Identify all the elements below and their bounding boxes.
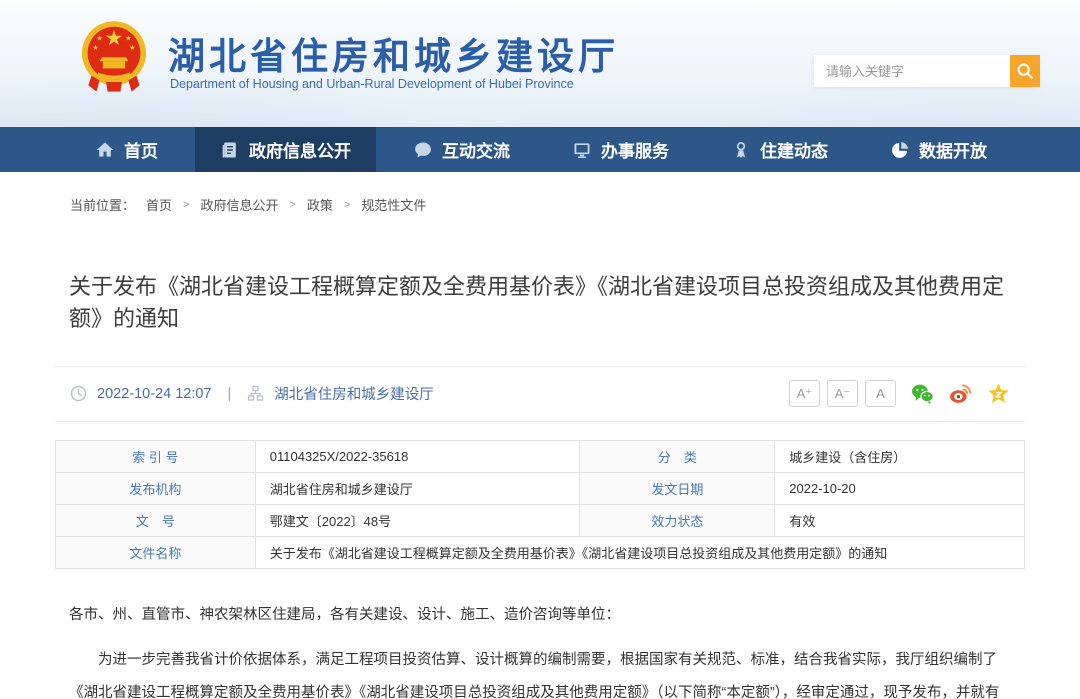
breadcrumb: 当前位置： 首页 > 政府信息公开 > 政策 > 规范性文件 xyxy=(70,195,1080,214)
info-label-issuing-agency: 发布机构 xyxy=(56,472,256,504)
nav-item-interaction[interactable]: 互动交流 xyxy=(388,127,535,172)
pie-chart-icon xyxy=(890,140,910,160)
search-button[interactable] xyxy=(1010,55,1040,87)
nav-label: 数据开放 xyxy=(919,137,987,162)
site-subtitle: Department of Housing and Urban-Rural De… xyxy=(170,77,574,91)
breadcrumb-item-home[interactable]: 首页 xyxy=(146,195,172,214)
info-value-doc-name: 关于发布《湖北省建设工程概算定额及全费用基价表》《湖北省建设项目总投资组成及其他… xyxy=(255,536,1024,568)
nav-item-gov-info[interactable]: 政府信息公开 xyxy=(195,127,376,172)
svg-text:★: ★ xyxy=(92,43,98,52)
font-increase-button[interactable]: A⁺ xyxy=(789,380,820,407)
breadcrumb-separator: > xyxy=(344,199,350,211)
organization-icon xyxy=(247,385,264,402)
site-header: ★ ★ ★ ★ ★ 湖北省住房和城乡建设厅 Department of Hous… xyxy=(0,0,1080,127)
info-value-category: 城乡建设（含住房） xyxy=(775,440,1025,472)
site-search xyxy=(814,55,1040,87)
breadcrumb-item-normative-docs[interactable]: 规范性文件 xyxy=(361,195,426,214)
info-value-index-number: 01104325X/2022-35618 xyxy=(255,440,580,472)
site-title: 湖北省住房和城乡建设厅 xyxy=(168,26,619,80)
national-emblem-logo: ★ ★ ★ ★ ★ xyxy=(74,16,154,100)
table-row: 文 号 鄂建文〔2022〕48号 效力状态 有效 xyxy=(56,504,1025,536)
article-container: 关于发布《湖北省建设工程概算定额及全费用基价表》《湖北省建设项目总投资组成及其他… xyxy=(55,271,1025,699)
search-input[interactable] xyxy=(814,55,1010,87)
search-icon xyxy=(1015,61,1035,81)
table-row: 发布机构 湖北省住房和城乡建设厅 发文日期 2022-10-20 xyxy=(56,472,1025,504)
person-badge-icon xyxy=(731,140,751,160)
article-source[interactable]: 湖北省住房和城乡建设厅 xyxy=(274,383,434,404)
article-title: 关于发布《湖北省建设工程概算定额及全费用基价表》《湖北省建设项目总投资组成及其他… xyxy=(69,271,1011,335)
breadcrumb-item-policy[interactable]: 政策 xyxy=(307,195,333,214)
nav-label: 政府信息公开 xyxy=(249,137,351,162)
info-label-doc-number: 文 号 xyxy=(56,504,256,536)
article-meta-right: A⁺ A⁻ A xyxy=(782,380,1010,407)
document-icon xyxy=(220,140,240,160)
qzone-share-icon[interactable] xyxy=(987,382,1010,405)
article-body: 各市、州、直管市、神农架林区住建局，各有关建设、设计、施工、造价咨询等单位： 为… xyxy=(69,599,1011,699)
wechat-share-icon[interactable] xyxy=(911,382,934,405)
home-icon xyxy=(95,140,115,160)
nav-label: 住建动态 xyxy=(760,137,828,162)
clock-icon xyxy=(70,385,87,402)
nav-label: 办事服务 xyxy=(601,137,669,162)
svg-text:★: ★ xyxy=(96,33,102,42)
article-meta-row: 2022-10-24 12:07 | 湖北省住房和城乡建设厅 A⁺ A⁻ A xyxy=(55,366,1025,422)
breadcrumb-item-gov-info[interactable]: 政府信息公开 xyxy=(200,195,278,214)
body-paragraph-salutation: 各市、州、直管市、神农架林区住建局，各有关建设、设计、施工、造价咨询等单位： xyxy=(69,599,1011,632)
document-info-table: 索 引 号 01104325X/2022-35618 分 类 城乡建设（含住房）… xyxy=(55,440,1025,569)
info-label-index-number: 索 引 号 xyxy=(56,440,256,472)
svg-text:★: ★ xyxy=(129,43,135,52)
nav-item-news[interactable]: 住建动态 xyxy=(706,127,853,172)
table-row: 文件名称 关于发布《湖北省建设工程概算定额及全费用基价表》《湖北省建设项目总投资… xyxy=(56,536,1025,568)
body-paragraph-intro: 为进一步完善我省计价依据体系，满足工程项目投资估算、设计概算的编制需要，根据国家… xyxy=(69,644,1011,699)
info-label-issue-date: 发文日期 xyxy=(580,472,775,504)
info-label-doc-name: 文件名称 xyxy=(56,536,256,568)
table-row: 索 引 号 01104325X/2022-35618 分 类 城乡建设（含住房） xyxy=(56,440,1025,472)
breadcrumb-separator: > xyxy=(289,199,295,211)
nav-label: 互动交流 xyxy=(442,137,510,162)
nav-item-home[interactable]: 首页 xyxy=(70,127,183,172)
font-reset-button[interactable]: A xyxy=(865,380,896,407)
info-value-issue-date: 2022-10-20 xyxy=(775,472,1025,504)
info-value-validity-status: 有效 xyxy=(775,504,1025,536)
monitor-icon xyxy=(572,140,592,160)
nav-item-services[interactable]: 办事服务 xyxy=(547,127,694,172)
article-meta-left: 2022-10-24 12:07 | 湖北省住房和城乡建设厅 xyxy=(70,383,434,404)
breadcrumb-separator: > xyxy=(183,199,189,211)
weibo-share-icon[interactable] xyxy=(949,382,972,405)
meta-divider: | xyxy=(228,386,232,402)
svg-text:★: ★ xyxy=(105,27,124,50)
svg-text:★: ★ xyxy=(125,33,131,42)
font-decrease-button[interactable]: A⁻ xyxy=(827,380,858,407)
breadcrumb-prefix: 当前位置： xyxy=(70,195,135,214)
chat-bubble-icon xyxy=(413,140,433,160)
info-value-issuing-agency: 湖北省住房和城乡建设厅 xyxy=(255,472,580,504)
publish-time: 2022-10-24 12:07 xyxy=(97,386,212,402)
info-label-category: 分 类 xyxy=(580,440,775,472)
info-value-doc-number: 鄂建文〔2022〕48号 xyxy=(255,504,580,536)
info-label-validity-status: 效力状态 xyxy=(580,504,775,536)
main-nav: 首页 政府信息公开 互动交流 办事服务 住建动态 xyxy=(0,127,1080,172)
nav-label: 首页 xyxy=(124,137,158,162)
nav-item-open-data[interactable]: 数据开放 xyxy=(865,127,1012,172)
